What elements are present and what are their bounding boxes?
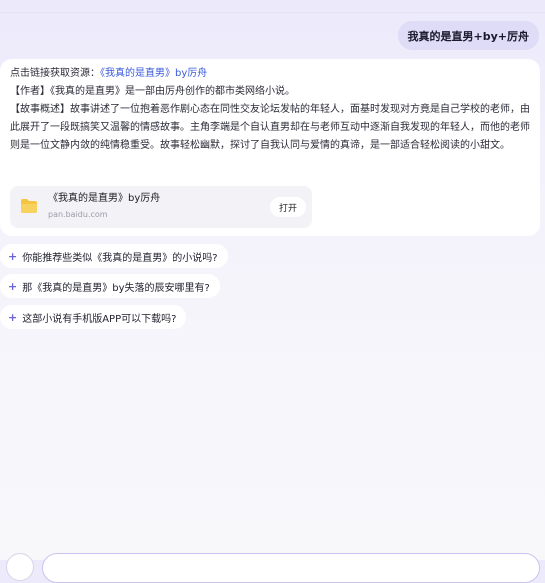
- plus-icon: +: [8, 310, 18, 324]
- answer-card: 点击链接获取资源：《我真的是直男》by厉舟 【作者】《我真的是直男》是一部由厉舟…: [0, 59, 540, 236]
- resource-link-line: 点击链接获取资源：《我真的是直男》by厉舟: [10, 65, 530, 83]
- user-message-bubble: 我真的是直男+by+厉舟: [397, 21, 539, 50]
- plus-icon: +: [8, 279, 18, 293]
- folder-icon: [21, 199, 37, 213]
- suggestion-text: 那《我真的是直男》by失落的辰安哪里有?: [22, 282, 210, 294]
- resource-card[interactable]: 《我真的是直男》by厉舟 pan.baidu.com 打开: [10, 186, 312, 228]
- suggestion-chip[interactable]: + 这部小说有手机版APP可以下载吗?: [0, 305, 187, 329]
- resource-link[interactable]: 《我真的是直男》by厉舟: [100, 68, 207, 79]
- summary-paragraph: 【故事概述】故事讲述了一位抱着恶作剧心态在同性交友论坛发帖的年轻人，面基时发现对…: [10, 104, 530, 151]
- bottom-action-button[interactable]: [6, 553, 34, 581]
- link-prefix: 点击链接获取资源：: [10, 68, 100, 79]
- chat-input[interactable]: [42, 553, 540, 583]
- user-message-text: 我真的是直男+by+厉舟: [407, 29, 529, 43]
- resource-title: 《我真的是直男》by厉舟: [48, 193, 161, 204]
- suggestion-text: 你能推荐些类似《我真的是直男》的小说吗?: [22, 252, 218, 264]
- author-line: 【作者】《我真的是直男》是一部由厉舟创作的都市类网络小说。: [10, 86, 295, 97]
- suggestion-chip[interactable]: + 你能推荐些类似《我真的是直男》的小说吗?: [0, 244, 228, 268]
- resource-domain: pan.baidu.com: [48, 210, 108, 219]
- open-button[interactable]: 打开: [270, 197, 306, 217]
- plus-icon: +: [8, 249, 18, 263]
- suggestion-text: 这部小说有手机版APP可以下载吗?: [22, 313, 177, 325]
- top-divider: [0, 12, 545, 13]
- suggestion-chip[interactable]: + 那《我真的是直男》by失落的辰安哪里有?: [0, 274, 220, 298]
